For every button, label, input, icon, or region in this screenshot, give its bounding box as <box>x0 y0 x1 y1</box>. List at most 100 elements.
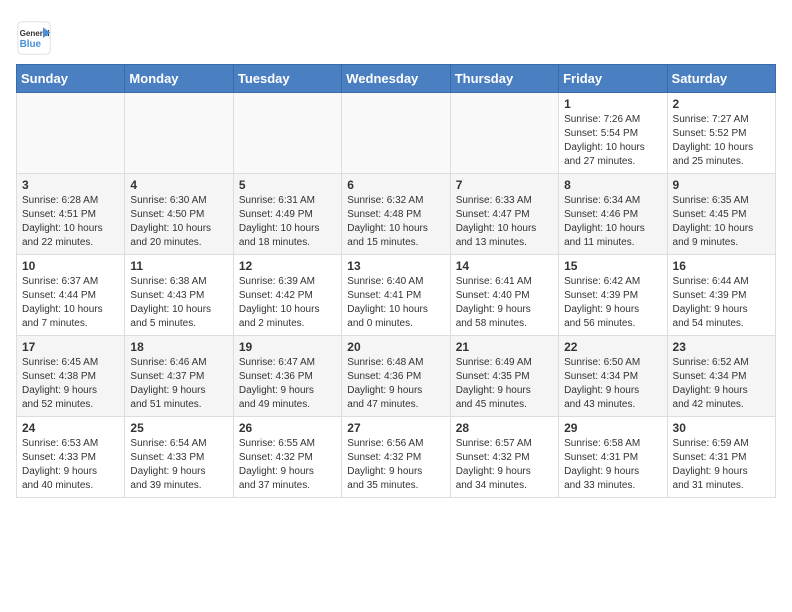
calendar-body: 1Sunrise: 7:26 AM Sunset: 5:54 PM Daylig… <box>17 93 776 498</box>
calendar-table: SundayMondayTuesdayWednesdayThursdayFrid… <box>16 64 776 498</box>
calendar-cell: 4Sunrise: 6:30 AM Sunset: 4:50 PM Daylig… <box>125 174 233 255</box>
weekday-header-saturday: Saturday <box>667 65 775 93</box>
day-number: 8 <box>564 178 661 192</box>
calendar-week-row: 1Sunrise: 7:26 AM Sunset: 5:54 PM Daylig… <box>17 93 776 174</box>
day-number: 26 <box>239 421 336 435</box>
calendar-week-row: 10 Sunrise: 6:37 AM Sunset: 4:44 PM Dayli… <box>17 255 776 336</box>
day-info: Sunrise: 6:42 AM Sunset: 4:39 PM Dayligh… <box>564 275 661 331</box>
day-number: 13 <box>347 259 444 273</box>
calendar-cell: 3 Sunrise: 6:28 AM Sunset: 4:51 PM Daylig… <box>17 174 125 255</box>
weekday-header-wednesday: Wednesday <box>342 65 450 93</box>
day-number: 29 <box>564 421 661 435</box>
day-number: 12 <box>239 259 336 273</box>
calendar-cell: 30 Sunrise: 6:59 AM Sunset: 4:31 PM Dayli… <box>667 417 775 498</box>
day-info: Sunrise: 6:28 AM Sunset: 4:51 PM Dayligh… <box>22 194 119 250</box>
day-info: Sunrise: 6:40 AM Sunset: 4:41 PM Dayligh… <box>347 275 444 331</box>
page-header: General Blue <box>16 16 776 56</box>
calendar-cell: 19 Sunrise: 6:47 AM Sunset: 4:36 PM Dayli… <box>233 336 341 417</box>
calendar-cell: 22 Sunrise: 6:50 AM Sunset: 4:34 PM Dayli… <box>559 336 667 417</box>
calendar-cell <box>233 93 341 174</box>
calendar-cell: 25 Sunrise: 6:54 AM Sunset: 4:33 PM Dayli… <box>125 417 233 498</box>
day-number: 28 <box>456 421 553 435</box>
day-info: Sunrise: 6:59 AM Sunset: 4:31 PM Dayligh… <box>673 437 770 493</box>
day-number: 4 <box>130 178 227 192</box>
calendar-cell: 20 Sunrise: 6:48 AM Sunset: 4:36 PM Dayli… <box>342 336 450 417</box>
day-number: 23 <box>673 340 770 354</box>
day-info: Sunrise: 6:52 AM Sunset: 4:34 PM Dayligh… <box>673 356 770 412</box>
calendar-cell: 11 Sunrise: 6:38 AM Sunset: 4:43 PM Dayli… <box>125 255 233 336</box>
day-number: 5 <box>239 178 336 192</box>
day-number: 17 <box>22 340 119 354</box>
day-info: Sunrise: 6:45 AM Sunset: 4:38 PM Dayligh… <box>22 356 119 412</box>
day-number: 6 <box>347 178 444 192</box>
calendar-cell: 26 Sunrise: 6:55 AM Sunset: 4:32 PM Dayli… <box>233 417 341 498</box>
day-number: 18 <box>130 340 227 354</box>
day-info: Sunrise: 6:32 AM Sunset: 4:48 PM Dayligh… <box>347 194 444 250</box>
day-info: Sunrise: 6:54 AM Sunset: 4:33 PM Dayligh… <box>130 437 227 493</box>
calendar-week-row: 3 Sunrise: 6:28 AM Sunset: 4:51 PM Daylig… <box>17 174 776 255</box>
day-number: 14 <box>456 259 553 273</box>
calendar-cell: 16 Sunrise: 6:44 AM Sunset: 4:39 PM Dayli… <box>667 255 775 336</box>
day-number: 1 <box>564 97 661 111</box>
weekday-header-tuesday: Tuesday <box>233 65 341 93</box>
weekday-header-sunday: Sunday <box>17 65 125 93</box>
day-info: Sunrise: 6:48 AM Sunset: 4:36 PM Dayligh… <box>347 356 444 412</box>
svg-text:Blue: Blue <box>20 39 42 50</box>
day-info: Sunrise: 6:55 AM Sunset: 4:32 PM Dayligh… <box>239 437 336 493</box>
calendar-cell: 15Sunrise: 6:42 AM Sunset: 4:39 PM Dayli… <box>559 255 667 336</box>
calendar-cell: 10 Sunrise: 6:37 AM Sunset: 4:44 PM Dayli… <box>17 255 125 336</box>
calendar-cell: 7 Sunrise: 6:33 AM Sunset: 4:47 PM Daylig… <box>450 174 558 255</box>
calendar-cell: 5 Sunrise: 6:31 AM Sunset: 4:49 PM Daylig… <box>233 174 341 255</box>
calendar-cell: 18 Sunrise: 6:46 AM Sunset: 4:37 PM Dayli… <box>125 336 233 417</box>
calendar-cell: 8Sunrise: 6:34 AM Sunset: 4:46 PM Daylig… <box>559 174 667 255</box>
day-number: 21 <box>456 340 553 354</box>
day-number: 16 <box>673 259 770 273</box>
calendar-cell: 27 Sunrise: 6:56 AM Sunset: 4:32 PM Dayli… <box>342 417 450 498</box>
logo-icon: General Blue <box>16 20 52 56</box>
calendar-cell: 29 Sunrise: 6:58 AM Sunset: 4:31 PM Dayli… <box>559 417 667 498</box>
day-info: Sunrise: 6:35 AM Sunset: 4:45 PM Dayligh… <box>673 194 770 250</box>
day-number: 22 <box>564 340 661 354</box>
calendar-cell: 13 Sunrise: 6:40 AM Sunset: 4:41 PM Dayli… <box>342 255 450 336</box>
day-number: 30 <box>673 421 770 435</box>
calendar-cell: 12Sunrise: 6:39 AM Sunset: 4:42 PM Dayli… <box>233 255 341 336</box>
day-info: Sunrise: 6:31 AM Sunset: 4:49 PM Dayligh… <box>239 194 336 250</box>
day-number: 10 <box>22 259 119 273</box>
weekday-header-friday: Friday <box>559 65 667 93</box>
calendar-cell: 14 Sunrise: 6:41 AM Sunset: 4:40 PM Dayli… <box>450 255 558 336</box>
calendar-cell <box>125 93 233 174</box>
day-number: 7 <box>456 178 553 192</box>
day-info: Sunrise: 6:37 AM Sunset: 4:44 PM Dayligh… <box>22 275 119 331</box>
day-number: 3 <box>22 178 119 192</box>
day-number: 27 <box>347 421 444 435</box>
day-number: 11 <box>130 259 227 273</box>
calendar-cell: 24 Sunrise: 6:53 AM Sunset: 4:33 PM Dayli… <box>17 417 125 498</box>
calendar-cell: 1Sunrise: 7:26 AM Sunset: 5:54 PM Daylig… <box>559 93 667 174</box>
calendar-cell: 6 Sunrise: 6:32 AM Sunset: 4:48 PM Daylig… <box>342 174 450 255</box>
day-info: Sunrise: 6:53 AM Sunset: 4:33 PM Dayligh… <box>22 437 119 493</box>
calendar-cell <box>342 93 450 174</box>
calendar-cell <box>17 93 125 174</box>
day-info: Sunrise: 6:46 AM Sunset: 4:37 PM Dayligh… <box>130 356 227 412</box>
weekday-header-thursday: Thursday <box>450 65 558 93</box>
calendar-cell: 17 Sunrise: 6:45 AM Sunset: 4:38 PM Dayli… <box>17 336 125 417</box>
day-info: Sunrise: 7:27 AM Sunset: 5:52 PM Dayligh… <box>673 113 770 169</box>
day-info: Sunrise: 6:50 AM Sunset: 4:34 PM Dayligh… <box>564 356 661 412</box>
day-info: Sunrise: 6:44 AM Sunset: 4:39 PM Dayligh… <box>673 275 770 331</box>
day-info: Sunrise: 6:47 AM Sunset: 4:36 PM Dayligh… <box>239 356 336 412</box>
day-info: Sunrise: 6:56 AM Sunset: 4:32 PM Dayligh… <box>347 437 444 493</box>
weekday-header-monday: Monday <box>125 65 233 93</box>
day-info: Sunrise: 6:38 AM Sunset: 4:43 PM Dayligh… <box>130 275 227 331</box>
day-number: 20 <box>347 340 444 354</box>
day-info: Sunrise: 6:57 AM Sunset: 4:32 PM Dayligh… <box>456 437 553 493</box>
day-info: Sunrise: 6:41 AM Sunset: 4:40 PM Dayligh… <box>456 275 553 331</box>
day-number: 19 <box>239 340 336 354</box>
calendar-week-row: 17 Sunrise: 6:45 AM Sunset: 4:38 PM Dayli… <box>17 336 776 417</box>
day-number: 24 <box>22 421 119 435</box>
logo: General Blue <box>16 20 56 56</box>
day-number: 25 <box>130 421 227 435</box>
day-info: Sunrise: 6:33 AM Sunset: 4:47 PM Dayligh… <box>456 194 553 250</box>
weekday-row: SundayMondayTuesdayWednesdayThursdayFrid… <box>17 65 776 93</box>
calendar-cell: 21Sunrise: 6:49 AM Sunset: 4:35 PM Dayli… <box>450 336 558 417</box>
day-info: Sunrise: 6:58 AM Sunset: 4:31 PM Dayligh… <box>564 437 661 493</box>
